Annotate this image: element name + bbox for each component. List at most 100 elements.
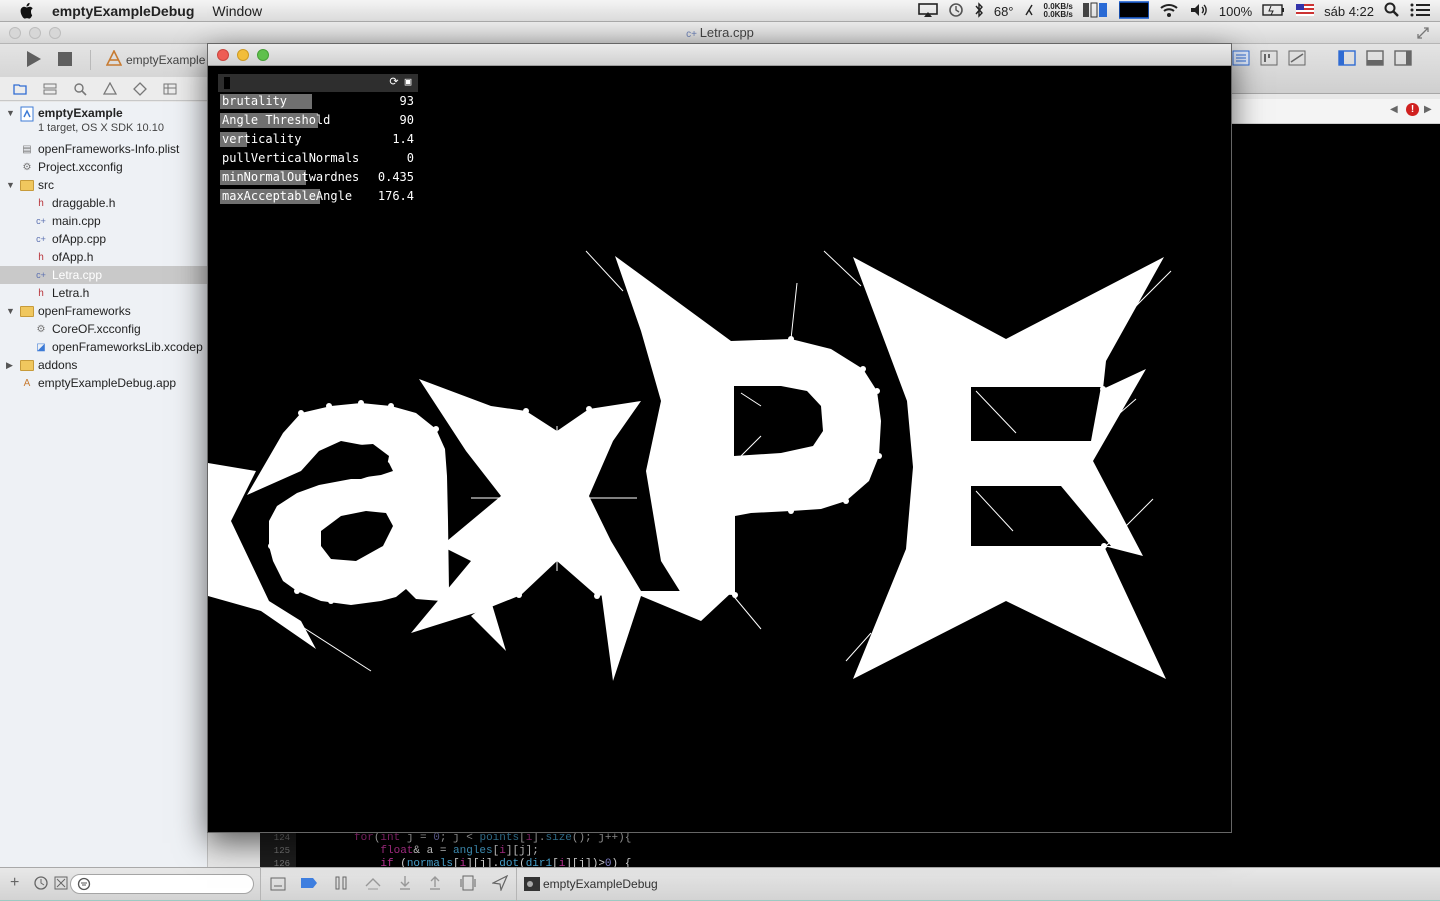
folder-file-icon <box>20 359 34 371</box>
menu-window[interactable]: Window <box>212 3 262 19</box>
recent-files-icon[interactable] <box>34 876 48 893</box>
network-readout[interactable]: 0.0KB/s 0.0KB/s <box>1044 3 1073 19</box>
debug-bar-divider <box>516 868 517 901</box>
battery-icon[interactable] <box>1262 3 1286 20</box>
tree-indent: ▼ <box>0 180 20 190</box>
standard-editor-icon[interactable] <box>1232 50 1250 69</box>
spotlight-search-icon[interactable] <box>1384 2 1400 21</box>
scheme-label: emptyExample <box>126 52 206 67</box>
vertex-dot <box>1100 386 1106 392</box>
find-navigator-icon[interactable] <box>72 82 88 96</box>
tree-item[interactable]: c+ ofApp.cpp <box>0 230 207 248</box>
step-in-icon[interactable] <box>398 875 412 894</box>
tree-item[interactable]: ▶ addons <box>0 356 207 374</box>
disclosure-closed-icon[interactable]: ▶ <box>6 360 16 371</box>
editor-background <box>1232 124 1440 832</box>
counter <box>971 387 1101 441</box>
next-issue-icon[interactable]: ▶ <box>1424 104 1432 115</box>
reload-icon[interactable]: ⟳ <box>388 76 400 88</box>
tree-item[interactable]: ▤ openFrameworks-Info.plist <box>0 140 207 158</box>
error-badge-icon[interactable]: ! <box>1406 103 1419 116</box>
step-out-icon[interactable] <box>428 875 442 894</box>
panel-header[interactable]: ⟳ ▣ <box>218 74 418 92</box>
clock[interactable]: sáb 4:22 <box>1324 4 1374 19</box>
vertex-dot <box>268 543 274 549</box>
tree-item[interactable]: h Letra.h <box>0 284 207 302</box>
project-navigator-icon[interactable] <box>12 82 28 96</box>
navigator-toggle-icon[interactable] <box>1338 50 1356 69</box>
previous-issue-icon[interactable]: ◀ <box>1390 104 1398 115</box>
slider-row[interactable]: minNormalOutwardnes 0.435 <box>218 168 418 187</box>
slider-row[interactable]: pullVerticalNormals 0 <box>218 149 418 168</box>
folder-file-icon <box>20 305 34 317</box>
vertex-dot <box>594 593 600 599</box>
navigator-filter-field[interactable] <box>70 874 254 894</box>
debug-navigator-icon[interactable] <box>162 82 178 96</box>
debug-view-hierarchy-icon[interactable] <box>460 875 476 894</box>
slider-row[interactable]: Angle Threshold 90 <box>218 111 418 130</box>
version-editor-icon[interactable] <box>1288 50 1306 69</box>
tree-item[interactable]: ◪ openFrameworksLib.xcodep <box>0 338 207 356</box>
slider-label: maxAcceptableAngle <box>222 189 353 203</box>
fan-icon <box>1024 3 1034 20</box>
zoom-button[interactable] <box>257 49 269 61</box>
minimize-button[interactable] <box>237 49 249 61</box>
slider-value: 93 <box>399 94 414 108</box>
disclosure-open-icon[interactable]: ▼ <box>6 180 16 190</box>
slider-label: verticality <box>222 132 302 146</box>
assistant-editor-icon[interactable] <box>1260 50 1278 69</box>
window-title: c+ Letra.cpp <box>0 25 1440 40</box>
panel-collapse-handle[interactable] <box>224 77 230 89</box>
tree-item[interactable]: ⚙ CoreOF.xcconfig <box>0 320 207 338</box>
view-toggle-buttons <box>1338 50 1412 69</box>
source-control-filter-icon[interactable] <box>54 876 68 893</box>
memory-meter-icon[interactable] <box>1082 1 1109 22</box>
temperature-readout[interactable]: 68° <box>994 4 1014 19</box>
stop-icon[interactable] <box>58 52 72 69</box>
tree-item[interactable]: AemptyExampleDebug.app <box>0 374 207 392</box>
vertex-dot <box>516 592 522 598</box>
tree-item[interactable]: h draggable.h <box>0 194 207 212</box>
tree-item[interactable]: c+ Letra.cpp <box>0 266 207 284</box>
run-icon[interactable] <box>24 50 42 71</box>
tree-item[interactable]: c+ main.cpp <box>0 212 207 230</box>
us-flag-icon[interactable] <box>1296 3 1315 19</box>
wifi-icon[interactable] <box>1159 2 1179 21</box>
menu-app-name[interactable]: emptyExampleDebug <box>52 3 194 19</box>
issue-navigator-icon[interactable] <box>102 82 118 96</box>
render-canvas[interactable]: ⟳ ▣ brutality 93 Angle Threshold 90 vertical… <box>208 66 1231 832</box>
close-button[interactable] <box>217 49 229 61</box>
fullscreen-icon[interactable] <box>1416 26 1430 43</box>
line-number: 125 <box>273 846 290 856</box>
battery-percent[interactable]: 100% <box>1219 4 1252 19</box>
cpu-graph-icon[interactable] <box>1118 0 1150 22</box>
breakpoints-toggle-icon[interactable] <box>300 877 318 892</box>
debug-area-toggle-icon[interactable] <box>1366 50 1384 69</box>
pause-icon[interactable] <box>334 876 348 893</box>
notification-center-icon[interactable] <box>1410 3 1430 20</box>
add-icon[interactable]: + <box>10 874 19 892</box>
volume-icon[interactable] <box>1189 2 1209 21</box>
hide-debug-area-icon[interactable] <box>270 877 286 894</box>
symbol-navigator-icon[interactable] <box>42 82 58 96</box>
scheme-selector[interactable]: emptyExample <box>105 49 206 69</box>
slider-row[interactable]: brutality 93 <box>218 92 418 111</box>
apple-logo-icon[interactable] <box>18 0 38 22</box>
airplay-icon[interactable] <box>918 2 938 20</box>
tree-item[interactable]: ▼ openFrameworks <box>0 302 207 320</box>
test-navigator-icon[interactable] <box>132 81 148 96</box>
debug-process-name[interactable]: emptyExampleDebug <box>543 877 658 891</box>
simulate-location-icon[interactable] <box>491 874 509 894</box>
save-icon[interactable]: ▣ <box>402 76 414 88</box>
disclosure-open-icon[interactable]: ▼ <box>6 306 16 316</box>
disclosure-open-icon[interactable]: ▼ <box>6 108 16 118</box>
tree-item[interactable]: ▼ src <box>0 176 207 194</box>
bluetooth-icon[interactable] <box>974 1 984 21</box>
step-over-icon[interactable] <box>364 876 382 893</box>
slider-row[interactable]: maxAcceptableAngle 176.4 <box>218 187 418 206</box>
slider-row[interactable]: verticality 1.4 <box>218 130 418 149</box>
tree-item[interactable]: ⚙ Project.xcconfig <box>0 158 207 176</box>
time-machine-icon[interactable] <box>948 2 964 21</box>
tree-item[interactable]: h ofApp.h <box>0 248 207 266</box>
utilities-toggle-icon[interactable] <box>1394 50 1412 69</box>
